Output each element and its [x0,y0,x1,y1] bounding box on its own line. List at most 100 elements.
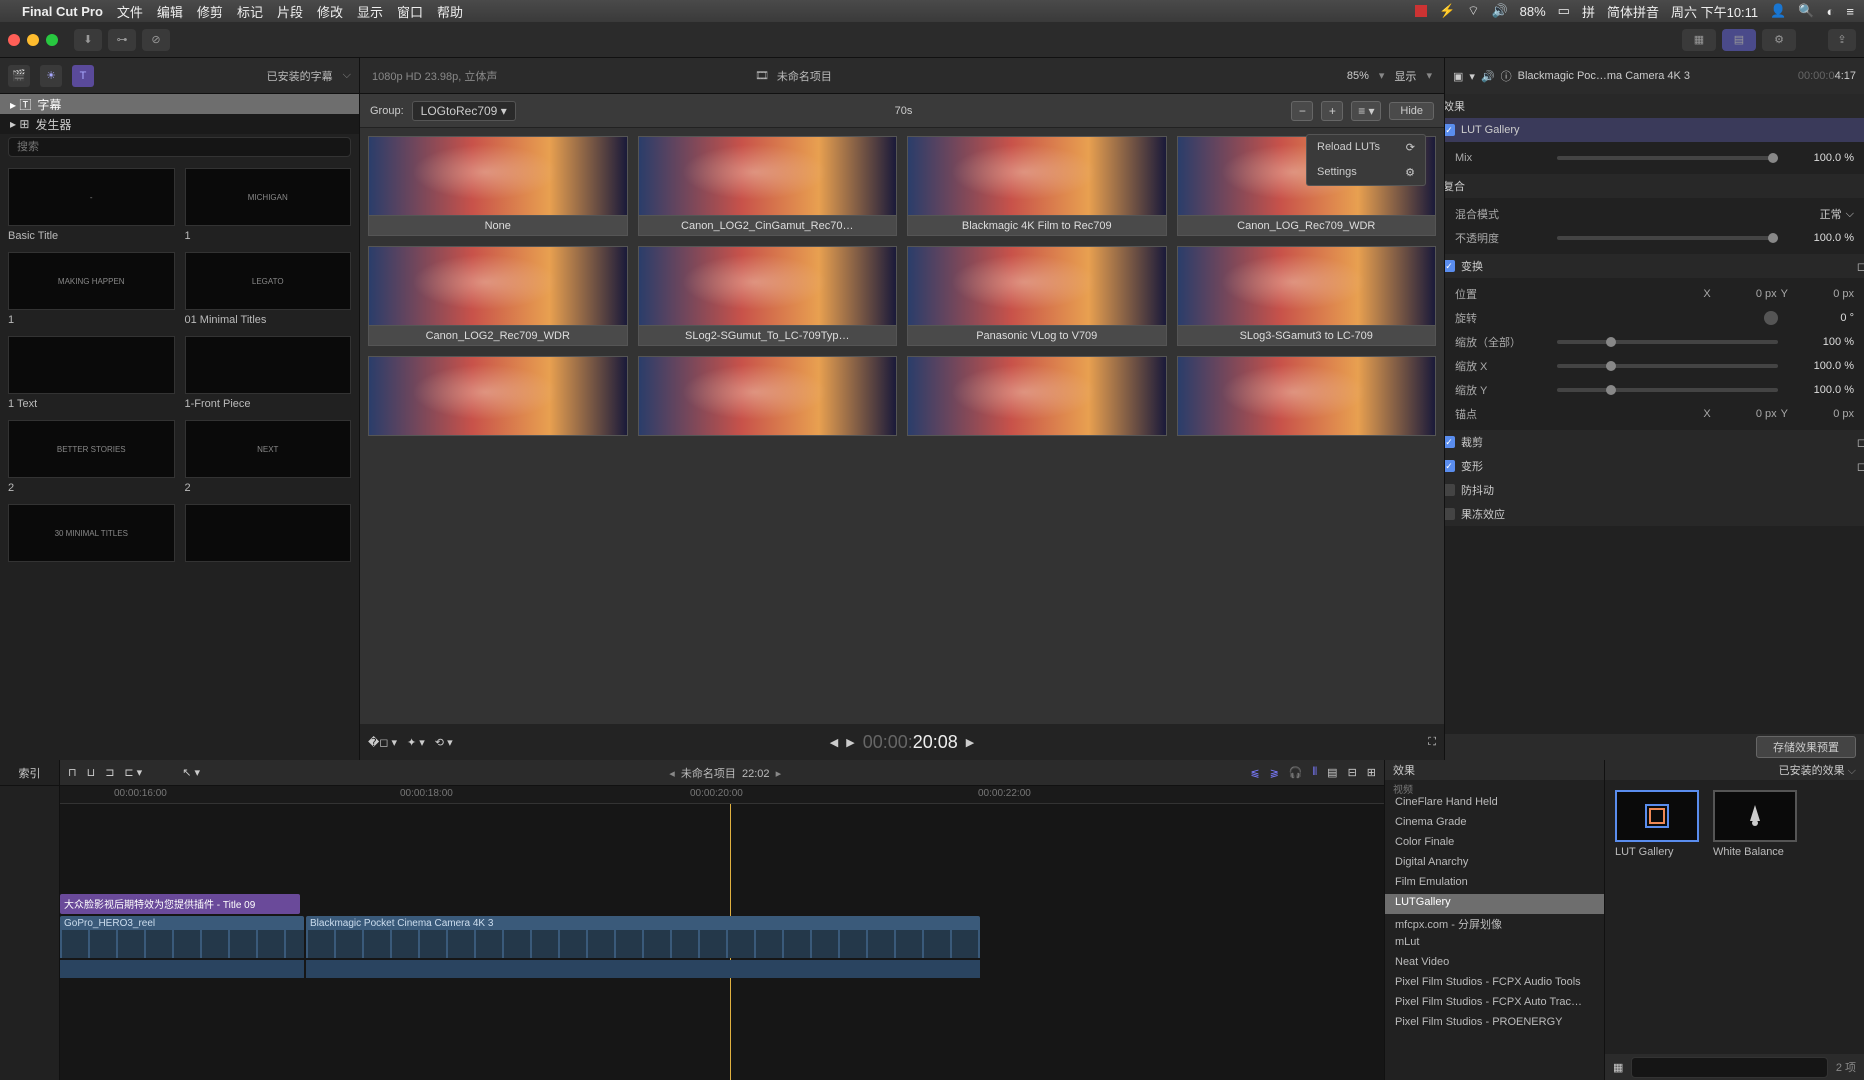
snap-icon[interactable]: ⫴ [1313,766,1318,779]
title-preset-3[interactable]: LEGATO01 Minimal Titles [185,252,352,326]
distort-checkbox[interactable]: ✓ [1445,460,1455,472]
skimming-icon[interactable]: ⫹ [1250,766,1259,779]
tl-project[interactable]: 未命名项目 [681,768,736,780]
audio-1[interactable] [60,960,304,978]
title-clip[interactable]: 大众脸影视后期特效为您提供插件 - Title 09 [60,894,300,914]
hide-button[interactable]: Hide [1389,102,1434,120]
lut-preset-1-2[interactable]: Panasonic VLog to V709 [907,246,1167,346]
scaley-slider[interactable] [1557,388,1778,392]
ime-label[interactable]: 简体拼音 [1607,2,1659,21]
volume-icon[interactable]: 🔊 [1491,3,1507,19]
lut-preset-2-2[interactable] [907,356,1167,436]
append-clip-icon[interactable]: ⊐ [105,766,114,779]
timecode[interactable]: 00:00:20:08 [863,732,958,753]
scaley-value[interactable]: 100.0 % [1784,384,1854,396]
overwrite-clip-icon[interactable]: ⊏ ▾ [124,766,142,779]
audio-skim-icon[interactable]: ⫺ [1270,766,1279,779]
effect-category-item[interactable]: Digital Anarchy [1385,854,1604,874]
transform-reset-icon[interactable]: ◻ [1857,260,1864,273]
anchor-y-value[interactable]: 0 px [1792,408,1854,420]
bg-tasks-button[interactable]: ⊘ [142,29,170,51]
retime-tool-icon[interactable]: ⟲ ▾ [435,736,453,749]
siri-icon[interactable]: ◐ [1827,4,1835,19]
menu-file[interactable]: 文件 [117,2,143,21]
stabilize-checkbox[interactable] [1445,484,1455,496]
menu-help[interactable]: 帮助 [437,2,463,21]
lut-preset-1-1[interactable]: SLog2-SGumut_To_LC-709Typ… [638,246,898,346]
effect-category-item[interactable]: LUTGallery [1385,894,1604,914]
clip-appearance-icon[interactable]: ▤ [1327,766,1337,779]
index-button[interactable]: 索引 [0,760,59,786]
bluetooth-icon[interactable]: ⚡ [1439,3,1455,19]
list-view-button[interactable]: ≡ ▾ [1351,101,1381,121]
timeline-tracks[interactable]: 大众脸影视后期特效为您提供插件 - Title 09 GoPro_HERO3_r… [60,804,1384,1080]
crop-tool-icon[interactable]: �◻ ▾ [368,736,397,749]
pos-y-value[interactable]: 0 px [1792,288,1854,300]
pos-x-value[interactable]: 0 px [1715,288,1777,300]
app-name[interactable]: Final Cut Pro [22,4,103,19]
prev-button[interactable]: ◀ [830,736,838,749]
menu-mark[interactable]: 标记 [237,2,263,21]
menu-view[interactable]: 显示 [357,2,383,21]
lut-gallery-checkbox[interactable]: ✓ [1445,124,1455,136]
import-button[interactable]: ⬇ [74,29,102,51]
library-icon[interactable]: 🎬 [8,65,30,87]
status-icon[interactable] [1415,5,1427,17]
rotation-value[interactable]: 0 ° [1784,312,1854,324]
lut-preset-2-1[interactable] [638,356,898,436]
title-preset-0[interactable]: -Basic Title [8,168,175,242]
minimize-icon[interactable] [27,34,39,46]
title-preset-4[interactable]: 1 Text [8,336,175,410]
distort-reset-icon[interactable]: ◻ [1857,460,1864,473]
share-button[interactable]: ⇪ [1828,29,1856,51]
video-tab-icon[interactable]: ▣ [1453,70,1463,83]
reload-luts-item[interactable]: Reload LUTs⟳ [1307,135,1425,160]
project-name[interactable]: 未命名项目 [777,68,832,84]
user-icon[interactable]: 👤 [1770,3,1786,19]
enhance-tool-icon[interactable]: ✦ ▾ [407,736,425,749]
notifications-icon[interactable]: ≡ [1846,4,1854,19]
settings-item[interactable]: Settings⚙ [1307,160,1425,185]
crop-reset-icon[interactable]: ◻ [1857,436,1864,449]
title-preset-5[interactable]: 1-Front Piece [185,336,352,410]
scale-value[interactable]: 100 % [1784,336,1854,348]
effects-view-icon[interactable]: ▦ [1613,1061,1623,1074]
installed-titles-label[interactable]: 已安装的字幕 [267,68,333,84]
crop-checkbox[interactable]: ✓ [1445,436,1455,448]
connect-clip-icon[interactable]: ⊓ [68,766,77,779]
lut-preset-2-0[interactable] [368,356,628,436]
mix-slider[interactable] [1557,156,1778,160]
lut-preset-0-2[interactable]: Blackmagic 4K Film to Rec709 [907,136,1167,236]
battery-icon[interactable]: ▭ [1558,3,1570,19]
photos-icon[interactable]: ☀ [40,65,62,87]
info2-tab-icon[interactable]: ⓘ [1501,68,1512,84]
menu-edit[interactable]: 编辑 [157,2,183,21]
tl-zoom-out-icon[interactable]: ⊟ [1348,766,1357,779]
fullscreen-icon[interactable]: ⛶ [1428,736,1436,748]
effect-category-item[interactable]: mfcpx.com - 分屏划像 [1385,914,1604,934]
clock[interactable]: 周六 下午10:11 [1671,2,1758,21]
maximize-icon[interactable] [46,34,58,46]
title-preset-9[interactable] [185,504,352,566]
insert-clip-icon[interactable]: ⊔ [87,766,96,779]
tree-titles[interactable]: ▸ 🅃 字幕 [0,94,359,114]
audio-2[interactable] [306,960,980,978]
zoom-in-button[interactable]: + [1321,101,1343,121]
effect-category-item[interactable]: Neat Video [1385,954,1604,974]
effect-category-item[interactable]: Pixel Film Studios - FCPX Auto Trac… [1385,994,1604,1014]
rolling-checkbox[interactable] [1445,508,1455,520]
title-preset-1[interactable]: MICHIGAN1 [185,168,352,242]
menu-clip[interactable]: 片段 [277,2,303,21]
rotation-dial[interactable] [1764,311,1778,325]
installed-effects-label[interactable]: 已安装的效果 [1779,765,1845,777]
lut-preset-0-1[interactable]: Canon_LOG2_CinGamut_Rec70… [638,136,898,236]
layout-inspector-button[interactable]: ⚙ [1762,29,1796,51]
titles-icon[interactable]: T [72,65,94,87]
wifi-icon[interactable]: ⌔ [1467,3,1479,19]
menu-modify[interactable]: 修改 [317,2,343,21]
effect-category-item[interactable]: Film Emulation [1385,874,1604,894]
menu-window[interactable]: 窗口 [397,2,423,21]
search-icon[interactable]: 🔍 [1798,3,1814,19]
blend-mode-dropdown[interactable]: 正常 ⌵ [1820,206,1854,222]
effects-search-input[interactable] [1631,1057,1827,1078]
